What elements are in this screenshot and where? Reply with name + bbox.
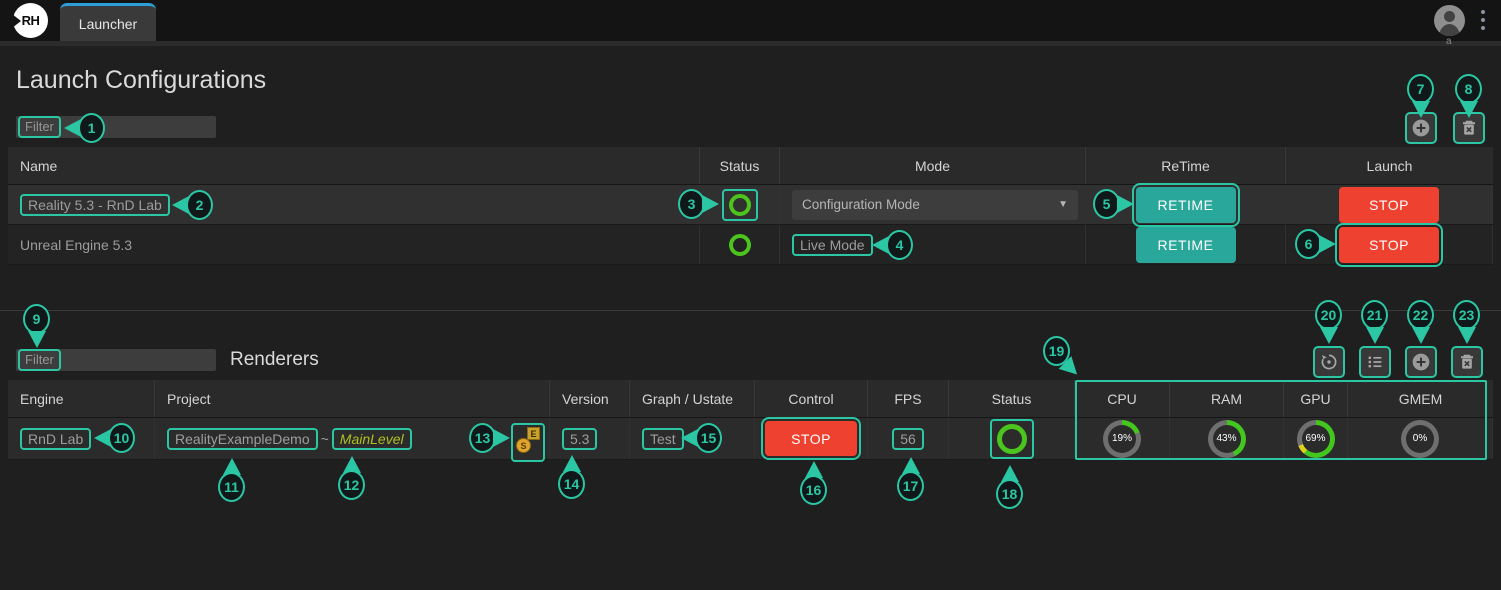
- col-launch[interactable]: Launch: [1286, 147, 1493, 184]
- annotation-7: 7: [1407, 74, 1434, 118]
- renderers-delete-button[interactable]: [1451, 346, 1483, 378]
- tab-launcher[interactable]: Launcher: [60, 3, 156, 41]
- col-mode[interactable]: Mode: [780, 147, 1086, 184]
- annotation-15: 15: [681, 423, 722, 453]
- renderer-project-icon[interactable]: E S: [511, 423, 545, 462]
- gold-coin-editor-icon: E S: [516, 427, 540, 453]
- cpu-gauge: 19%: [1103, 420, 1141, 458]
- annotation-21: 21: [1361, 300, 1388, 344]
- annotation-23: 23: [1453, 300, 1480, 344]
- top-bar: [0, 0, 1501, 41]
- renderers-list-button[interactable]: [1359, 346, 1391, 378]
- col-fps[interactable]: FPS: [868, 380, 949, 417]
- dropdown-caret-icon: ▼: [1058, 199, 1068, 210]
- annotation-16: 16: [800, 461, 827, 505]
- renderer-version: 5.3: [562, 428, 597, 450]
- annotation-3: 3: [678, 189, 719, 219]
- annotation-14: 14: [558, 455, 585, 499]
- annotation-2: 2: [172, 190, 213, 220]
- page-title: Launch Configurations: [16, 66, 266, 95]
- col-cpu[interactable]: CPU: [1075, 380, 1170, 417]
- renderer-engine: RnD Lab: [20, 428, 91, 450]
- annotation-20: 20: [1315, 300, 1342, 344]
- status-online-icon: [729, 234, 751, 256]
- launcher-window: RH Launcher a Launch Configurations Filt…: [0, 0, 1501, 590]
- config-status: [722, 189, 758, 221]
- section-divider: [0, 310, 1501, 311]
- renderers-refresh-button[interactable]: [1313, 346, 1345, 378]
- status-online-icon: [729, 194, 751, 216]
- ram-gauge: 43%: [1208, 420, 1246, 458]
- col-graph-ustate[interactable]: Graph / Ustate: [630, 380, 755, 417]
- renderer-fps: 56: [892, 428, 924, 450]
- annotation-1: 1: [64, 113, 105, 143]
- annotation-9: 9: [23, 304, 50, 348]
- annotation-12: 12: [338, 456, 365, 500]
- avatar-icon[interactable]: [1434, 5, 1465, 36]
- renderers-table: Engine Project Version Graph / Ustate Co…: [8, 380, 1493, 460]
- project-level-separator: ~: [321, 431, 329, 447]
- renderer-row[interactable]: RnD Lab RealityExampleDemo ~ MainLevel 5…: [8, 418, 1493, 460]
- annotation-19: 19: [1043, 336, 1070, 366]
- col-project[interactable]: Project: [155, 380, 550, 417]
- renderers-add-button[interactable]: [1405, 346, 1437, 378]
- renderer-project: RealityExampleDemo: [167, 428, 318, 450]
- config-retime-button-row2[interactable]: RETIME: [1136, 227, 1236, 263]
- col-version[interactable]: Version: [550, 380, 630, 417]
- plus-circle-icon: [1410, 117, 1432, 139]
- gmem-gauge: 0%: [1401, 420, 1439, 458]
- annotation-17: 17: [897, 457, 924, 501]
- renderer-level: MainLevel: [332, 428, 412, 450]
- avatar-letter: a: [1446, 36, 1452, 47]
- col-engine[interactable]: Engine: [8, 380, 155, 417]
- renderers-filter-input[interactable]: Filter: [16, 349, 216, 371]
- annotation-5: 5: [1093, 189, 1134, 219]
- col-control[interactable]: Control: [755, 380, 868, 417]
- kebab-menu-icon[interactable]: [1481, 10, 1485, 30]
- renderers-title: Renderers: [230, 349, 319, 371]
- trash-x-icon: [1459, 118, 1479, 138]
- col-gmem[interactable]: GMEM: [1348, 380, 1493, 417]
- config-stop-button-row1[interactable]: STOP: [1339, 187, 1439, 223]
- config-mode-live: Live Mode: [792, 234, 873, 256]
- gpu-gauge: 69%: [1297, 420, 1335, 458]
- annotation-11: 11: [218, 458, 245, 502]
- annotation-22: 22: [1407, 300, 1434, 344]
- annotation-4: 4: [872, 230, 913, 260]
- rh-logo[interactable]: RH: [13, 3, 48, 38]
- annotation-18: 18: [996, 465, 1023, 509]
- config-stop-button[interactable]: STOP: [1339, 227, 1439, 263]
- config-name-2: Unreal Engine 5.3: [20, 237, 132, 253]
- annotation-6: 6: [1295, 229, 1336, 259]
- col-ram[interactable]: RAM: [1170, 380, 1284, 417]
- renderers-table-header: Engine Project Version Graph / Ustate Co…: [8, 380, 1493, 418]
- col-retime[interactable]: ReTime: [1086, 147, 1286, 184]
- annotation-13: 13: [469, 423, 510, 453]
- list-icon: [1365, 352, 1385, 372]
- config-retime-button[interactable]: RETIME: [1136, 187, 1236, 223]
- renderer-stop-button[interactable]: STOP: [765, 421, 857, 456]
- annotation-10: 10: [94, 423, 135, 453]
- col-status[interactable]: Status: [949, 380, 1075, 417]
- history-icon: [1319, 352, 1339, 372]
- col-gpu[interactable]: GPU: [1284, 380, 1348, 417]
- plus-circle-icon: [1410, 351, 1432, 373]
- config-row-2[interactable]: Unreal Engine 5.3 Live Mode RETIME STOP: [8, 225, 1493, 265]
- renderer-graph-ustate: Test: [642, 428, 684, 450]
- col-status[interactable]: Status: [700, 147, 780, 184]
- status-online-icon: [997, 424, 1027, 454]
- annotation-8: 8: [1455, 74, 1482, 118]
- config-name: Reality 5.3 - RnD Lab: [20, 194, 170, 216]
- launch-configurations-table: Name Status Mode ReTime Launch Reality 5…: [8, 147, 1493, 265]
- launch-filter-input[interactable]: Filter: [16, 116, 216, 138]
- top-bar-strip: [0, 41, 1501, 46]
- col-name[interactable]: Name: [8, 147, 700, 184]
- mode-dropdown[interactable]: Configuration Mode ▼: [792, 190, 1078, 220]
- config-row-1[interactable]: Reality 5.3 - RnD Lab Configuration Mode…: [8, 185, 1493, 225]
- trash-x-icon: [1457, 352, 1477, 372]
- launch-table-header: Name Status Mode ReTime Launch: [8, 147, 1493, 185]
- renderer-status: [990, 419, 1034, 459]
